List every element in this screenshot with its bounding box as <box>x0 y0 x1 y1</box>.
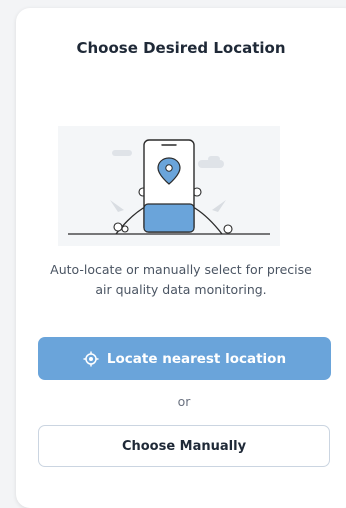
card-title: Choose Desired Location <box>76 39 286 57</box>
card-description: Auto-locate or manually select for preci… <box>50 262 312 297</box>
crosshair-icon <box>83 351 99 367</box>
locate-nearest-label: Locate nearest location <box>106 350 287 367</box>
location-card: Choose Desired Location Auto-locate or m… <box>16 8 346 508</box>
phone-location-illustration <box>58 126 280 246</box>
locate-nearest-button[interactable]: Locate nearest location <box>38 337 331 380</box>
choose-manually-button[interactable]: Choose Manually <box>38 425 330 467</box>
or-separator: or <box>177 394 191 409</box>
